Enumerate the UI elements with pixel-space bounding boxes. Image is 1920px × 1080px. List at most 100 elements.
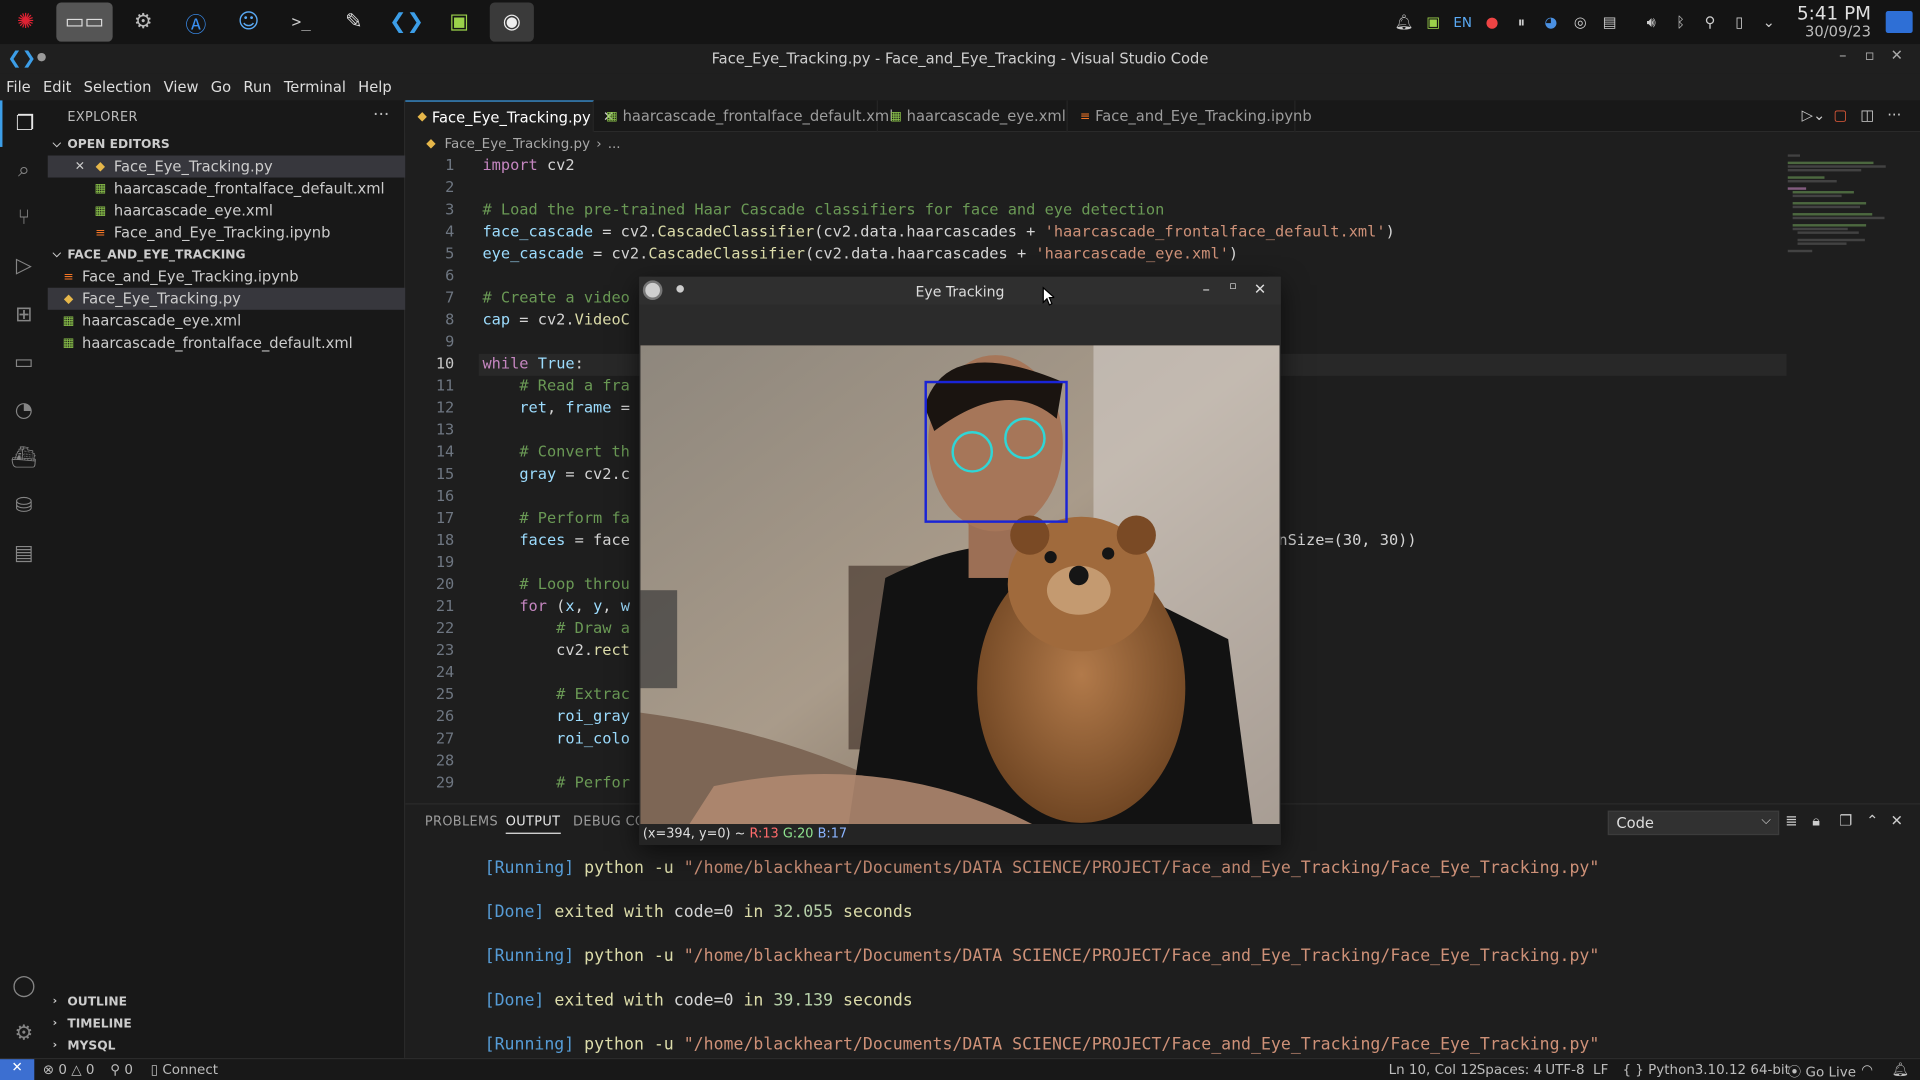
connect-status[interactable]: ▯ Connect xyxy=(151,1062,218,1078)
open-editors-section[interactable]: ⌵ OPEN EDITORS xyxy=(48,133,406,155)
file-item[interactable]: ≡ Face_and_Eye_Tracking.ipynb xyxy=(48,266,406,288)
split-editor-icon[interactable]: ◫ xyxy=(1854,107,1881,124)
explorer-icon[interactable]: ❐ xyxy=(0,100,48,147)
ports-status[interactable]: ⚲ 0 xyxy=(110,1062,133,1078)
remote-indicator-icon[interactable]: ✕ xyxy=(0,1059,35,1080)
end-of-line[interactable]: LF xyxy=(1593,1062,1608,1078)
folder-section[interactable]: ⌵ FACE_AND_EYE_TRACKING xyxy=(48,244,406,266)
stop-icon[interactable]: ▢ xyxy=(1827,107,1854,124)
source-control-icon[interactable]: ⑂ xyxy=(0,195,48,242)
bluetooth-icon[interactable]: ᛒ xyxy=(1670,11,1692,33)
chrome-icon[interactable]: ◕ xyxy=(1540,11,1562,33)
gear-icon[interactable]: ⚙ xyxy=(0,1010,48,1057)
pin-dot-icon[interactable]: ● xyxy=(676,283,685,294)
outline-section[interactable]: › OUTLINE xyxy=(48,991,406,1013)
mysql-section[interactable]: › MYSQL xyxy=(48,1035,406,1057)
tab-face-eye-tracking-py[interactable]: ◆ Face_Eye_Tracking.py ✕ xyxy=(405,100,614,133)
menu-go[interactable]: Go xyxy=(211,78,231,95)
usb-icon[interactable]: ⚲ xyxy=(1699,11,1721,33)
eye-tracking-window[interactable]: ● Eye Tracking – ▫ ✕ (x=394, y=0) ~ R:13… xyxy=(639,276,1281,845)
eye-tracking-titlebar[interactable]: ● Eye Tracking – ▫ ✕ xyxy=(639,276,1281,305)
timeline-section[interactable]: › TIMELINE xyxy=(48,1013,406,1035)
minimize-icon[interactable]: – xyxy=(1193,280,1220,297)
tab-eye-xml[interactable]: ▦ haarcascade_eye.xml xyxy=(878,100,1068,133)
volume-icon[interactable]: 🔊︎ xyxy=(1640,11,1662,33)
python-interpreter[interactable]: 3.10.12 64-bit xyxy=(1695,1062,1790,1078)
keyboard-language[interactable]: EN xyxy=(1452,11,1474,33)
android-tray-icon[interactable]: ▣ xyxy=(1422,11,1444,33)
docker-icon[interactable]: ⛴ xyxy=(0,435,48,482)
battery-icon[interactable]: ▯ xyxy=(1728,11,1750,33)
pause-icon[interactable]: ⏸ xyxy=(1510,11,1532,33)
terminal-icon[interactable]: >_ xyxy=(279,2,323,41)
notes-icon[interactable]: ✎ xyxy=(332,2,376,41)
finder-icon[interactable]: ☺ xyxy=(227,2,271,41)
steam-icon[interactable]: ◎ xyxy=(1569,11,1591,33)
file-item[interactable]: ◆ Face_Eye_Tracking.py xyxy=(47,287,406,310)
chat-icon[interactable]: ▤ xyxy=(0,530,48,577)
language-mode[interactable]: { } Python xyxy=(1622,1062,1694,1078)
menu-run[interactable]: Run xyxy=(243,78,271,95)
menu-selection[interactable]: Selection xyxy=(84,78,152,95)
lock-icon[interactable]: 🔒︎ xyxy=(1812,812,1820,830)
minimize-icon[interactable]: – xyxy=(1829,47,1856,64)
eye-tracking-app-icon[interactable]: ◉ xyxy=(489,2,534,42)
run-debug-icon[interactable]: ▷ xyxy=(0,242,48,289)
menu-view[interactable]: View xyxy=(164,78,199,95)
tab-notebook[interactable]: ≡ Face_and_Eye_Tracking.ipynb xyxy=(1068,100,1312,133)
problems-status[interactable]: ⊗ 0 △ 0 xyxy=(43,1062,95,1078)
breadcrumb-rest[interactable]: ... xyxy=(608,135,621,151)
open-in-editor-icon[interactable]: ❐ xyxy=(1839,812,1852,829)
menu-file[interactable]: File xyxy=(6,78,31,95)
record-icon[interactable]: ● xyxy=(1481,11,1503,33)
tab-output[interactable]: OUTPUT xyxy=(505,814,561,834)
close-icon[interactable]: ✕ xyxy=(1883,47,1910,64)
encoding[interactable]: UTF-8 xyxy=(1545,1062,1584,1078)
menu-help[interactable]: Help xyxy=(358,78,392,95)
database-icon[interactable]: ⛁ xyxy=(0,482,48,529)
spider-icon[interactable]: ✺ xyxy=(4,2,48,41)
menu-edit[interactable]: Edit xyxy=(43,78,71,95)
chevron-up-icon[interactable]: ⌃ xyxy=(1866,812,1878,829)
extensions-icon[interactable]: ⊞ xyxy=(0,291,48,338)
window-switcher-icon[interactable]: ▭▭ xyxy=(56,2,113,42)
clipboard-icon[interactable]: ▤ xyxy=(1599,11,1621,33)
run-icon[interactable]: ▷⌄ xyxy=(1800,107,1827,124)
chevron-down-icon[interactable]: ⌄ xyxy=(1758,11,1780,33)
desktop-icon[interactable] xyxy=(1885,11,1913,34)
open-editor-item[interactable]: ▦ haarcascade_eye.xml xyxy=(48,200,406,222)
file-item[interactable]: ▦ haarcascade_frontalface_default.xml xyxy=(48,332,406,354)
cursor-position[interactable]: Ln 10, Col 12 xyxy=(1389,1062,1478,1078)
go-live[interactable]: ⦿ Go Live xyxy=(1788,1062,1856,1080)
account-icon[interactable]: ◯ xyxy=(0,962,48,1009)
minimap[interactable] xyxy=(1787,154,1910,301)
file-item[interactable]: ▦ haarcascade_eye.xml xyxy=(48,310,406,332)
gitlens-icon[interactable]: ◔ xyxy=(0,387,48,434)
app-store-icon[interactable]: Ⓐ xyxy=(174,2,218,41)
close-panel-icon[interactable]: ✕ xyxy=(1891,812,1903,829)
maximize-icon[interactable]: ▫ xyxy=(1856,47,1883,64)
remote-explorer-icon[interactable]: ▭ xyxy=(0,339,48,386)
output-channel-select[interactable]: Code ⌵ xyxy=(1607,810,1780,836)
android-icon[interactable]: ▣ xyxy=(437,2,481,41)
indentation[interactable]: Spaces: 4 xyxy=(1477,1062,1542,1078)
sync-icon[interactable]: ◠ xyxy=(1861,1062,1873,1078)
tab-problems[interactable]: PROBLEMS xyxy=(425,814,498,829)
tab-frontalface-xml[interactable]: ▦ haarcascade_frontalface_default.xml xyxy=(594,100,893,133)
bell-icon[interactable]: 🔔︎ xyxy=(1892,1062,1909,1078)
maximize-icon[interactable]: ▫ xyxy=(1220,280,1247,297)
open-editor-item[interactable]: ▦ haarcascade_frontalface_default.xml xyxy=(48,178,406,200)
close-icon[interactable]: ✕ xyxy=(75,160,92,173)
open-editor-item[interactable]: ≡ Face_and_Eye_Tracking.ipynb xyxy=(48,222,406,244)
clock[interactable]: 5:41 PM 30/09/23 xyxy=(1797,4,1871,40)
more-actions-icon[interactable]: ··· xyxy=(1881,107,1908,124)
search-icon[interactable]: ⌕ xyxy=(0,147,48,194)
close-icon[interactable]: ✕ xyxy=(1247,280,1274,297)
open-editor-item[interactable]: ✕ ◆ Face_Eye_Tracking.py xyxy=(47,155,406,178)
system-settings-icon[interactable]: ⚙ xyxy=(121,2,165,41)
notification-bell-icon[interactable]: 🔔︎ xyxy=(1393,11,1415,33)
webcam-frame[interactable] xyxy=(640,345,1280,825)
menu-terminal[interactable]: Terminal xyxy=(284,78,346,95)
more-actions-icon[interactable]: ··· xyxy=(373,105,389,125)
breadcrumb-file[interactable]: Face_Eye_Tracking.py xyxy=(444,135,590,151)
